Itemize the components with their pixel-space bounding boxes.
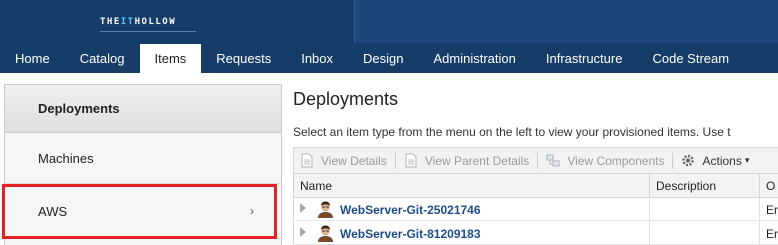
expand-arrow-icon[interactable] — [300, 227, 306, 237]
logo-text-pre: THE — [100, 17, 121, 27]
view-details-label: View Details — [321, 153, 387, 168]
tab-home[interactable]: Home — [0, 43, 65, 73]
deployment-owner: Er — [766, 227, 778, 241]
deployment-name-link[interactable]: WebServer-Git-81209183 — [340, 227, 481, 241]
header-banner: THE IT HOLLOW — [0, 0, 778, 43]
column-header-name[interactable]: Name — [294, 174, 649, 197]
sidebar-item-deployments[interactable]: Deployments — [5, 85, 281, 133]
toolbar: View Details View Parent Details View Co… — [293, 147, 778, 174]
tab-administration[interactable]: Administration — [419, 43, 531, 73]
column-header-owner[interactable]: O — [759, 174, 778, 197]
view-details-button[interactable]: View Details — [294, 153, 393, 168]
actions-label: Actions — [702, 153, 742, 168]
page-title: Deployments — [293, 89, 399, 109]
toolbar-divider — [537, 152, 539, 169]
gear-icon — [682, 154, 695, 167]
sidebar-item-label: AWS — [38, 203, 68, 219]
column-divider — [649, 222, 650, 245]
column-header-description[interactable]: Description — [649, 174, 759, 197]
sidebar: Deployments Machines AWS › — [4, 84, 282, 245]
table-header: Name Description O — [293, 174, 778, 198]
deployment-owner: Er — [766, 203, 778, 217]
tab-design[interactable]: Design — [348, 43, 418, 73]
sidebar-item-label: Deployments — [38, 101, 120, 116]
toolbar-divider — [672, 152, 674, 169]
tab-code-stream[interactable]: Code Stream — [637, 43, 744, 73]
document-icon — [301, 153, 313, 168]
logo-underline — [100, 31, 196, 32]
tab-requests[interactable]: Requests — [201, 43, 286, 73]
page-description: Select an item type from the menu on the… — [293, 125, 731, 139]
chevron-down-icon: ▾ — [744, 155, 750, 165]
chevron-right-icon: › — [250, 204, 254, 218]
actions-button[interactable]: Actions ▾ — [675, 153, 755, 168]
column-divider — [759, 198, 760, 221]
tab-items[interactable]: Items — [139, 44, 202, 73]
sidebar-item-label: Machines — [38, 151, 94, 166]
table-row[interactable]: WebServer-Git-25021746 Er — [293, 198, 778, 221]
column-divider — [649, 198, 650, 221]
main-nav: Home Catalog Items Requests Inbox Design… — [0, 43, 778, 73]
tab-inbox[interactable]: Inbox — [286, 43, 348, 73]
view-components-label: View Components — [567, 153, 665, 168]
logo-text-it: IT — [120, 17, 135, 27]
view-parent-details-label: View Parent Details — [424, 153, 530, 168]
banner-right-panel — [354, 0, 778, 43]
tab-infrastructure[interactable]: Infrastructure — [531, 43, 638, 73]
expand-arrow-icon[interactable] — [300, 203, 306, 213]
tab-catalog[interactable]: Catalog — [65, 43, 140, 73]
view-parent-details-button[interactable]: View Parent Details — [398, 153, 536, 168]
sidebar-item-aws[interactable]: AWS › — [5, 185, 281, 237]
view-components-button[interactable]: View Components — [540, 153, 670, 168]
logo-text-post: HOLLOW — [134, 17, 177, 27]
column-divider — [759, 222, 760, 245]
document-icon — [405, 153, 417, 168]
table-row[interactable]: WebServer-Git-81209183 Er — [293, 222, 778, 245]
toolbar-divider — [394, 152, 396, 169]
main-content: Deployments Select an item type from the… — [293, 84, 778, 245]
deployment-name-link[interactable]: WebServer-Git-25021746 — [340, 203, 481, 217]
brand-logo[interactable]: THE IT HOLLOW — [100, 16, 176, 28]
user-avatar-icon — [317, 225, 334, 242]
user-avatar-icon — [317, 201, 334, 218]
sidebar-item-machines[interactable]: Machines — [5, 134, 281, 184]
components-icon — [546, 154, 560, 167]
